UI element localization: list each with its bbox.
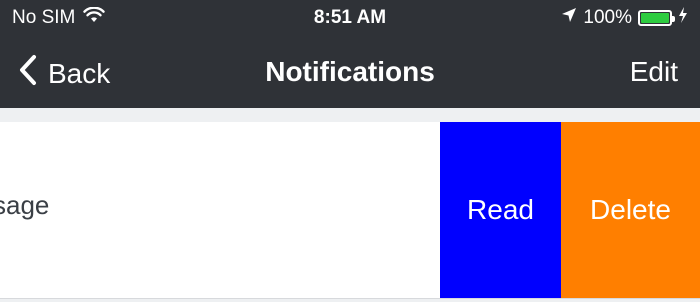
navigation-bar: Back Notifications Edit	[0, 40, 700, 104]
delete-button[interactable]: Delete	[561, 122, 700, 298]
read-button[interactable]: Read	[440, 122, 561, 298]
notification-message: ssage	[0, 190, 50, 220]
edit-button[interactable]: Edit	[630, 56, 678, 88]
status-right: 100%	[561, 7, 688, 29]
location-arrow-icon	[561, 7, 577, 29]
page-title: Notifications	[265, 56, 435, 87]
section-spacer	[0, 108, 700, 122]
charging-bolt-icon	[678, 7, 688, 29]
status-bar: No SIM 8:51 AM 100%	[0, 0, 700, 36]
battery-icon	[638, 10, 675, 26]
top-bar: No SIM 8:51 AM 100% Back Notifications E…	[0, 0, 700, 108]
notification-row[interactable]: ssage Read Delete	[0, 122, 700, 299]
battery-percent: 100%	[583, 7, 632, 28]
